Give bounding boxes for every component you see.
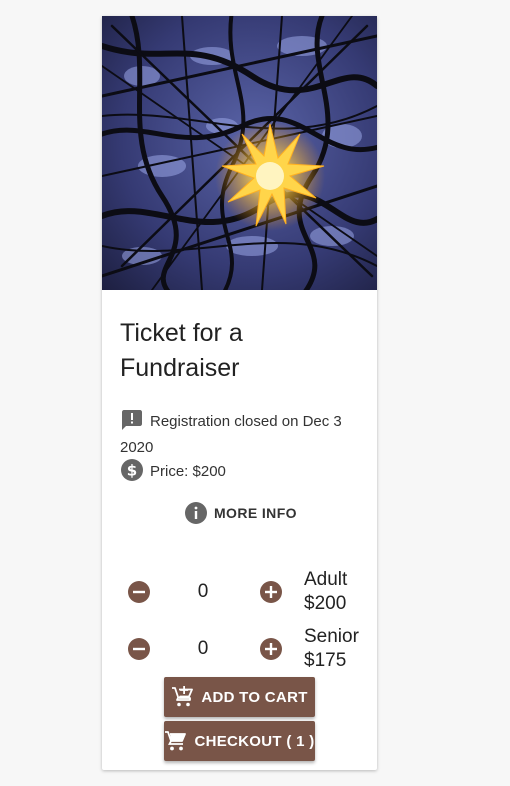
- minus-circle-icon[interactable]: [127, 637, 151, 661]
- add-to-cart-label: ADD TO CART: [201, 688, 308, 706]
- minus-circle-icon[interactable]: [127, 580, 151, 604]
- event-title: Ticket for a Fundraiser: [120, 319, 243, 382]
- registration-status: Registration closed on Dec 3 2020: [120, 408, 365, 461]
- ticket-price: $200: [304, 593, 347, 614]
- add-shopping-cart-icon: [172, 686, 194, 707]
- svg-text:$: $: [127, 462, 137, 480]
- checkout-button[interactable]: CHECKOUT ( 1 ): [164, 721, 315, 761]
- add-to-cart-button[interactable]: ADD TO CART: [164, 677, 315, 717]
- ticket-type: Senior: [304, 626, 359, 647]
- ticket-row-adult: 0 Adult $200: [102, 568, 377, 616]
- dollar-circle-icon: $: [121, 459, 143, 481]
- registration-status-text: Registration closed on Dec 3 2020: [120, 413, 342, 456]
- more-info-label: MORE INFO: [214, 505, 297, 521]
- ticket-row-senior: 0 Senior $175: [102, 625, 377, 673]
- feedback-exclamation-icon: [122, 410, 142, 430]
- quantity-value[interactable]: 0: [187, 638, 219, 660]
- ticket-label: Senior $175: [304, 625, 359, 673]
- ticket-price: $175: [304, 650, 347, 671]
- ticket-label: Adult $200: [304, 568, 347, 616]
- plus-circle-icon[interactable]: [259, 580, 283, 604]
- plus-circle-icon[interactable]: [259, 637, 283, 661]
- quantity-value[interactable]: 0: [187, 581, 219, 603]
- info-icon: [185, 502, 207, 524]
- checkout-label: CHECKOUT ( 1 ): [194, 732, 315, 750]
- event-image: [102, 16, 377, 290]
- ticket-type: Adult: [304, 569, 348, 590]
- shopping-cart-icon: [165, 731, 187, 751]
- more-info-button[interactable]: MORE INFO: [184, 500, 297, 526]
- event-card: Ticket for a Fundraiser Registration clo…: [102, 16, 377, 770]
- price-row: $ Price: $200: [120, 458, 365, 485]
- price-text: Price: $200: [150, 463, 226, 480]
